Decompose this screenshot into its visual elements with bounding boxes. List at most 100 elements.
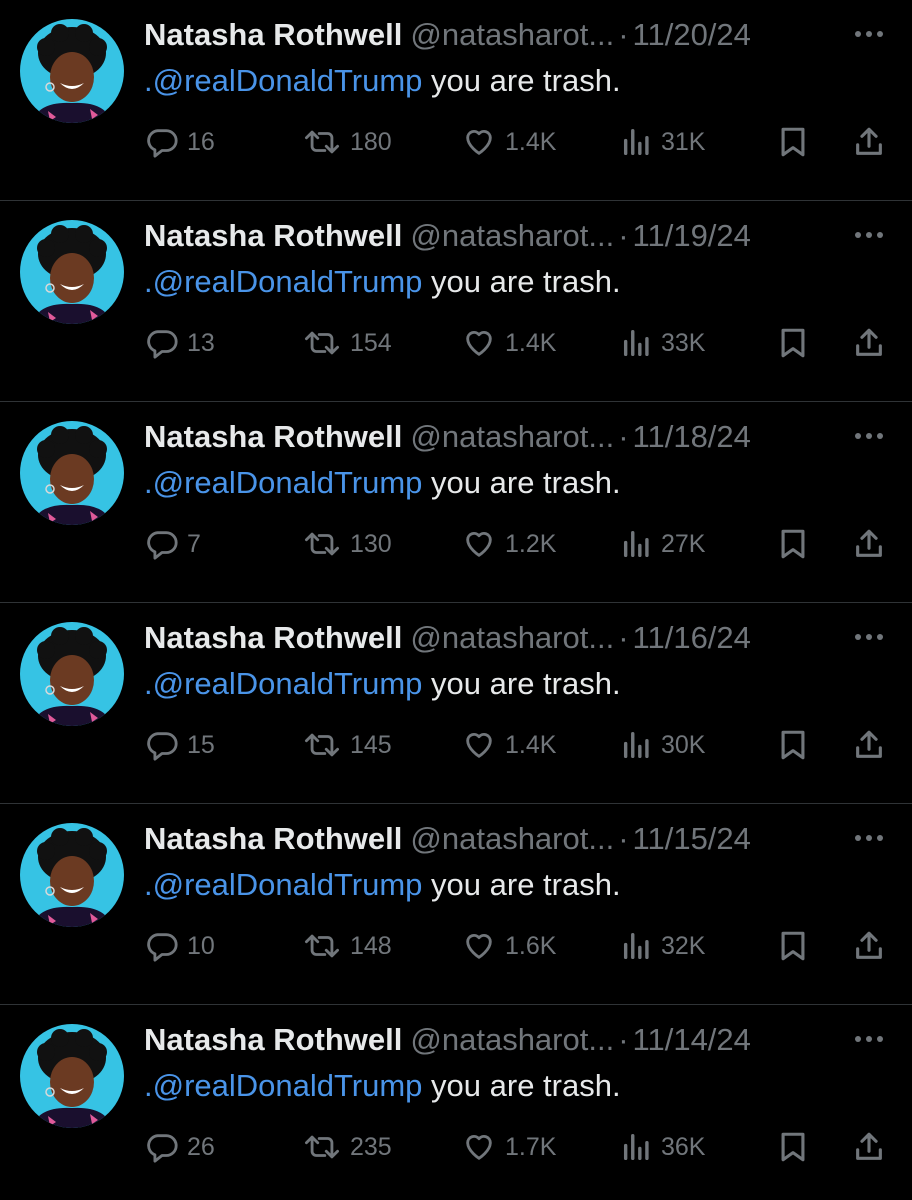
- tweet[interactable]: Natasha Rothwell @natasharot... · 11/15/24 …: [0, 804, 912, 1005]
- user-handle[interactable]: @natasharot...: [410, 419, 614, 454]
- views-count: 32K: [661, 931, 706, 960]
- more-horizontal-icon: [855, 835, 883, 841]
- views-button[interactable]: 31K: [621, 120, 705, 164]
- reply-button[interactable]: 26: [145, 1125, 215, 1169]
- like-button[interactable]: 1.4K: [461, 120, 556, 164]
- like-button[interactable]: 1.2K: [461, 522, 556, 566]
- like-button[interactable]: 1.4K: [461, 723, 556, 767]
- tweet[interactable]: Natasha Rothwell @natasharot... · 11/16/24 …: [0, 603, 912, 804]
- share-button[interactable]: [852, 321, 886, 365]
- tweet[interactable]: Natasha Rothwell @natasharot... · 11/14/24 …: [0, 1005, 912, 1200]
- tweet-date[interactable]: 11/20/24: [633, 17, 751, 52]
- repost-button[interactable]: 148: [302, 924, 392, 968]
- share-button[interactable]: [852, 924, 886, 968]
- more-button[interactable]: [850, 426, 890, 446]
- avatar-photo: [20, 19, 124, 123]
- heart-icon: [466, 1135, 492, 1160]
- tweet-date[interactable]: 11/15/24: [633, 821, 751, 856]
- mention-link[interactable]: .@realDonaldTrump: [144, 666, 422, 701]
- views-button[interactable]: 33K: [621, 321, 705, 365]
- repost-count: 145: [350, 730, 392, 759]
- more-button[interactable]: [850, 627, 890, 647]
- mention-link[interactable]: .@realDonaldTrump: [144, 1068, 422, 1103]
- avatar[interactable]: [20, 19, 124, 123]
- tweet[interactable]: Natasha Rothwell @natasharot... · 11/18/24 …: [0, 402, 912, 603]
- reply-button[interactable]: 15: [145, 723, 215, 767]
- tweet-header: Natasha Rothwell @natasharot... · 11/19/24: [144, 214, 844, 258]
- bookmark-button[interactable]: [778, 1125, 808, 1169]
- heart-icon: [466, 532, 492, 557]
- like-button[interactable]: 1.6K: [461, 924, 556, 968]
- like-button[interactable]: 1.7K: [461, 1125, 556, 1169]
- avatar-photo: [20, 823, 124, 927]
- user-handle[interactable]: @natasharot...: [410, 1022, 614, 1057]
- views-button[interactable]: 36K: [621, 1125, 705, 1169]
- avatar[interactable]: [20, 823, 124, 927]
- reply-count: 13: [187, 328, 215, 357]
- repost-icon: [305, 1135, 340, 1159]
- more-button[interactable]: [850, 828, 890, 848]
- display-name[interactable]: Natasha Rothwell: [144, 419, 402, 454]
- reply-icon: [147, 330, 178, 359]
- mention-link[interactable]: .@realDonaldTrump: [144, 867, 422, 902]
- tweet-date[interactable]: 11/16/24: [633, 620, 751, 655]
- views-count: 30K: [661, 730, 706, 759]
- more-button[interactable]: [850, 24, 890, 44]
- views-button[interactable]: 32K: [621, 924, 705, 968]
- reply-button[interactable]: 7: [145, 522, 201, 566]
- share-button[interactable]: [852, 120, 886, 164]
- views-count: 36K: [661, 1132, 706, 1161]
- reply-button[interactable]: 13: [145, 321, 215, 365]
- reply-button[interactable]: 16: [145, 120, 215, 164]
- share-button[interactable]: [852, 723, 886, 767]
- separator-dot: ·: [618, 821, 629, 856]
- share-button[interactable]: [852, 522, 886, 566]
- user-handle[interactable]: @natasharot...: [410, 17, 614, 52]
- share-icon: [856, 328, 882, 356]
- share-button[interactable]: [852, 1125, 886, 1169]
- repost-button[interactable]: 235: [302, 1125, 392, 1169]
- bookmark-button[interactable]: [778, 522, 808, 566]
- avatar[interactable]: [20, 622, 124, 726]
- repost-button[interactable]: 145: [302, 723, 392, 767]
- views-chart-icon: [623, 128, 649, 156]
- bookmark-button[interactable]: [778, 723, 808, 767]
- bookmark-button[interactable]: [778, 321, 808, 365]
- tweet[interactable]: Natasha Rothwell @natasharot... · 11/19/24 …: [0, 201, 912, 402]
- bookmark-button[interactable]: [778, 924, 808, 968]
- tweet[interactable]: Natasha Rothwell @natasharot... · 11/20/24 …: [0, 0, 912, 201]
- like-button[interactable]: 1.4K: [461, 321, 556, 365]
- display-name[interactable]: Natasha Rothwell: [144, 1022, 402, 1057]
- avatar[interactable]: [20, 1024, 124, 1128]
- tweet-date[interactable]: 11/14/24: [633, 1022, 751, 1057]
- more-button[interactable]: [850, 225, 890, 245]
- display-name[interactable]: Natasha Rothwell: [144, 218, 402, 253]
- more-button[interactable]: [850, 1029, 890, 1049]
- bookmark-button[interactable]: [778, 120, 808, 164]
- like-count: 1.4K: [505, 127, 557, 156]
- mention-link[interactable]: .@realDonaldTrump: [144, 465, 422, 500]
- avatar-photo: [20, 622, 124, 726]
- views-button[interactable]: 30K: [621, 723, 705, 767]
- reply-button[interactable]: 10: [145, 924, 215, 968]
- user-handle[interactable]: @natasharot...: [410, 821, 614, 856]
- tweet-actions: 26 235 1.7K 36K: [0, 1125, 912, 1169]
- repost-button[interactable]: 130: [302, 522, 392, 566]
- display-name[interactable]: Natasha Rothwell: [144, 17, 402, 52]
- views-button[interactable]: 27K: [621, 522, 705, 566]
- avatar[interactable]: [20, 220, 124, 324]
- display-name[interactable]: Natasha Rothwell: [144, 620, 402, 655]
- user-handle[interactable]: @natasharot...: [410, 620, 614, 655]
- mention-link[interactable]: .@realDonaldTrump: [144, 63, 422, 98]
- repost-icon: [305, 532, 340, 556]
- repost-count: 148: [350, 931, 392, 960]
- avatar[interactable]: [20, 421, 124, 525]
- mention-link[interactable]: .@realDonaldTrump: [144, 264, 422, 299]
- share-icon: [856, 931, 882, 959]
- display-name[interactable]: Natasha Rothwell: [144, 821, 402, 856]
- tweet-date[interactable]: 11/19/24: [633, 218, 751, 253]
- user-handle[interactable]: @natasharot...: [410, 218, 614, 253]
- repost-button[interactable]: 154: [302, 321, 392, 365]
- repost-button[interactable]: 180: [302, 120, 392, 164]
- tweet-date[interactable]: 11/18/24: [633, 419, 751, 454]
